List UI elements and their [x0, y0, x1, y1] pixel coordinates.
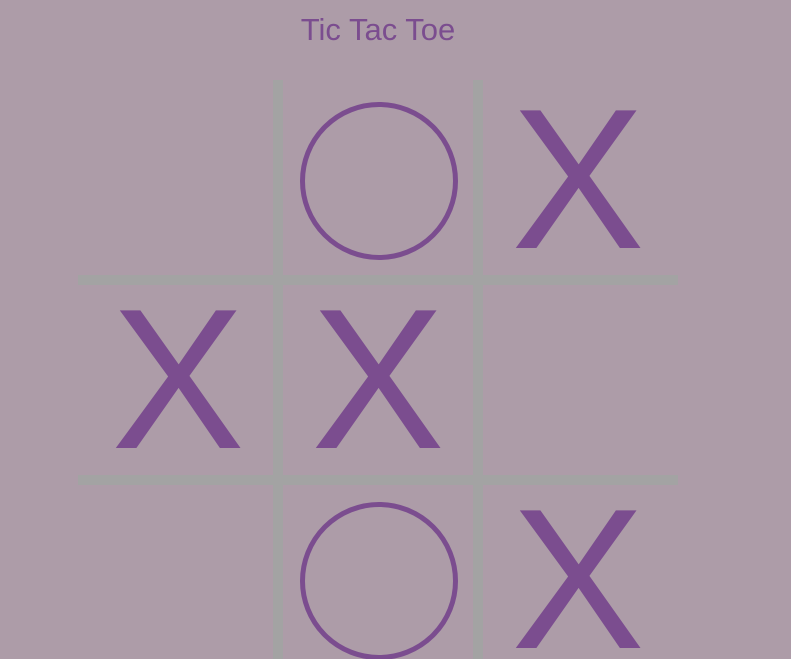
board-cell-3-3[interactable]: X: [478, 480, 678, 659]
board-cell-2-2[interactable]: X: [278, 280, 478, 480]
x-mark: X: [111, 268, 245, 491]
board-cell-1-3[interactable]: X: [478, 80, 678, 280]
x-mark: X: [511, 468, 645, 659]
board-cell-1-1[interactable]: [78, 80, 278, 280]
x-mark: X: [511, 68, 645, 291]
x-mark: X: [311, 268, 445, 491]
o-mark: [300, 102, 458, 260]
o-mark: [300, 502, 458, 659]
game-title: Tic Tac Toe: [300, 12, 456, 47]
tic-tac-toe-board: XXXX: [78, 80, 678, 659]
board-cell-2-1[interactable]: X: [78, 280, 278, 480]
board-cell-1-2[interactable]: [278, 80, 478, 280]
game-window: Tic Tac Toe XXXX: [0, 0, 791, 659]
board-cell-3-2[interactable]: [278, 480, 478, 659]
board-cell-2-3[interactable]: [478, 280, 678, 480]
board-cell-3-1[interactable]: [78, 480, 278, 659]
